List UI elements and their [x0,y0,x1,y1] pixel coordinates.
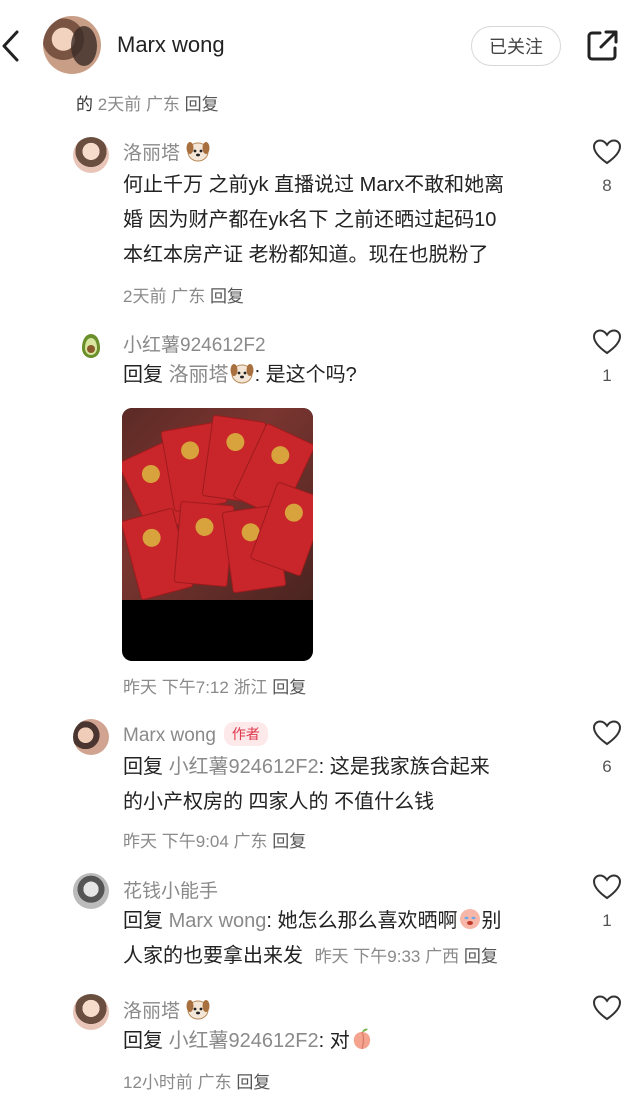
user-name-text[interactable]: Marx wong [123,725,216,746]
comment-location: 广西 [425,947,460,966]
back-chevron-icon[interactable] [0,28,22,64]
top-meta-lead: 的 [76,95,93,114]
comment-avatar[interactable] [73,873,109,909]
heart-icon[interactable] [592,994,622,1022]
like-count: 1 [602,911,612,930]
comment-meta: 12小时前 广东 回复 [123,1068,270,1093]
comment-meta: 昨天 下午9:04 广东 回复 [123,827,306,852]
comment-location: 广东 [171,287,206,306]
comment-user-name[interactable]: 小红薯924612F2 [123,330,266,357]
peach-emoji-icon [353,1028,370,1050]
comment-avatar[interactable] [73,719,109,755]
comment-time-detail: 下午7:12 [161,678,229,697]
follow-button[interactable]: 已关注 [471,26,561,66]
heart-icon[interactable] [592,328,622,356]
reply-body-tail: 别 [481,910,502,932]
red-envelopes-photo [122,408,313,601]
comment-avatar[interactable] [73,137,109,173]
comment-user-name[interactable]: 洛丽塔 [123,996,211,1023]
reply-link[interactable]: 回复 [272,832,306,851]
comment-meta: 昨天 下午7:12 浙江 回复 [123,673,306,698]
reply-to-user[interactable]: 小红薯924612F2 [169,756,319,778]
dog-emoji-icon [230,364,254,384]
comment-time: 2天前 [123,287,167,306]
dog-emoji-icon [186,142,210,162]
reply-to-user[interactable]: 小红薯924612F2 [169,1030,319,1052]
user-name-text[interactable]: 洛丽塔 [123,1001,180,1022]
reply-link[interactable]: 回复 [210,287,244,306]
like-count: 8 [602,176,612,195]
comment-text-line: 婚 因为财产都在yk名下 之前还晒过起码10 [123,209,497,231]
comment-time: 12小时前 [123,1073,193,1092]
comment-time-detail: 下午9:04 [161,832,229,851]
comment-user-name[interactable]: Marx wong 作者 [123,722,268,747]
comment-text: 回复 Marx wong: 她怎么那么喜欢晒啊 别 人家的也要拿出来发 昨天 下… [123,904,502,974]
comment-text: 回复 小红薯924612F2: 对 [123,1024,374,1059]
header-avatar[interactable] [43,16,101,74]
top-meta-reply[interactable]: 回复 [185,95,219,114]
top-meta-location: 广东 [145,95,180,114]
heart-icon[interactable] [592,873,622,901]
reply-prefix: 回复 [123,910,163,932]
top-comment-meta: 的 2天前 广东 回复 [76,90,219,115]
reply-body: : 这是我家族合起来 [318,756,490,778]
comment-time: 昨天 [314,947,349,966]
crying-face-emoji-icon [459,909,480,929]
share-icon[interactable] [586,28,620,62]
like-count: 6 [602,757,612,776]
comment-time-detail: 下午9:33 [353,947,421,966]
comment-text: 回复 洛丽塔 : 是这个吗? [123,358,357,393]
reply-body: : 她怎么那么喜欢晒啊 [266,910,458,932]
like-count: 1 [602,366,612,385]
comment-meta: 昨天 下午9:33 广西 回复 [315,947,498,966]
reply-body: : 是这个吗? [254,364,357,386]
user-name-text[interactable]: 洛丽塔 [123,143,180,164]
comment-location: 广东 [197,1073,232,1092]
reply-to-user[interactable]: 洛丽塔 [169,364,229,386]
reply-prefix: 回复 [123,364,163,386]
author-badge: 作者 [223,722,268,746]
comment-text-line: 何止千万 之前yk 直播说过 Marx不敢和她离 [123,174,505,196]
comment-time: 昨天 [123,832,157,851]
comment-text: 何止千万 之前yk 直播说过 Marx不敢和她离 婚 因为财产都在yk名下 之前… [123,168,504,273]
heart-icon[interactable] [592,138,622,166]
reply-to-user[interactable]: Marx wong [169,910,267,932]
header-user-name[interactable]: Marx wong [117,32,225,58]
comment-location: 广东 [233,832,268,851]
heart-icon[interactable] [592,719,622,747]
comment-avatar[interactable] [73,994,109,1030]
comment-meta: 2天前 广东 回复 [123,282,244,307]
comment-text: 回复 小红薯924612F2: 这是我家族合起来 的小产权房的 四家人的 不值什… [123,750,490,820]
comment-location: 浙江 [233,678,268,697]
comment-user-name[interactable]: 花钱小能手 [123,876,218,903]
reply-link[interactable]: 回复 [272,678,306,697]
comment-text-line: 的小产权房的 四家人的 不值什么钱 [123,791,435,813]
comment-image[interactable] [122,408,313,661]
comment-text-line: 人家的也要拿出来发 [123,945,303,967]
reply-prefix: 回复 [123,1030,163,1052]
comment-text-line: 本红本房产证 老粉都知道。现在也脱粉了 [123,244,489,266]
comment-time: 昨天 [123,678,157,697]
avocado-icon[interactable] [77,332,105,360]
comment-user-name[interactable]: 洛丽塔 [123,138,211,165]
dog-emoji-icon [186,1000,210,1020]
reply-link[interactable]: 回复 [464,947,498,966]
top-meta-time: 2天前 [97,95,142,114]
reply-link[interactable]: 回复 [236,1073,270,1092]
reply-body: : 对 [318,1030,350,1052]
reply-prefix: 回复 [123,756,163,778]
